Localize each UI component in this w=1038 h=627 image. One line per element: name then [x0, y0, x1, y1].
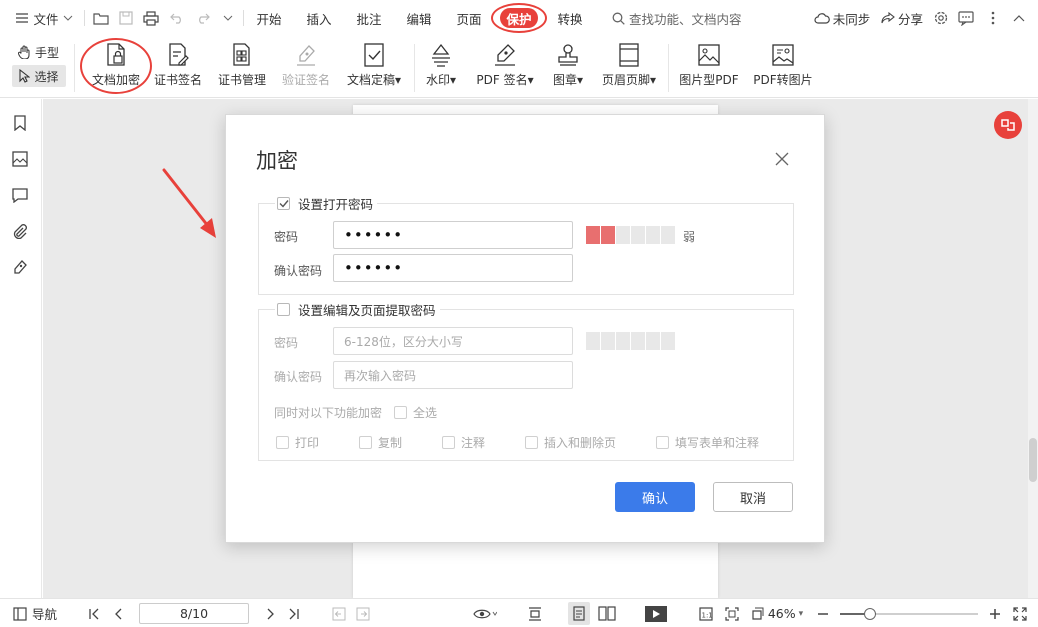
select-all-option[interactable]: 全选 [394, 404, 437, 421]
edit-password-input[interactable]: 6-128位，区分大小写 [333, 327, 573, 355]
encrypt-functions-label: 同时对以下功能加密 [274, 406, 383, 420]
option-insert-delete-pages[interactable]: 插入和删除页 [525, 434, 616, 451]
fit-width-icon[interactable] [525, 599, 545, 627]
annotate-option-label: 注释 [461, 436, 486, 450]
option-annotate[interactable]: 注释 [442, 434, 485, 451]
password-strength-text: 弱 [683, 230, 696, 244]
confirm-password-label: 确认密码 [274, 264, 323, 278]
annotate-checkbox[interactable] [442, 436, 455, 449]
actual-size-icon[interactable]: 1:1 [696, 599, 716, 627]
edit-password-field-label: 密码 [274, 336, 299, 350]
option-copy[interactable]: 复制 [359, 434, 402, 451]
open-password-input[interactable]: •••••• [333, 221, 573, 249]
back-view-icon[interactable] [330, 599, 348, 627]
dialog-title: 加密 [256, 149, 298, 173]
encrypt-dialog: 加密 设置打开密码 密码 •••••• 弱 确认密码 •••••• 设置编辑及页… [225, 114, 825, 543]
arrow-to-dialog [162, 168, 216, 238]
prev-page-icon[interactable] [108, 599, 128, 627]
fill-forms-label: 填写表单和注释 [675, 436, 760, 450]
select-all-checkbox[interactable] [394, 406, 407, 419]
play-slideshow-icon[interactable] [643, 599, 669, 627]
cancel-button[interactable]: 取消 [713, 482, 793, 512]
status-bar: 导航 8/10 1:1 46% ▾ [0, 598, 1038, 627]
single-page-icon[interactable] [568, 602, 590, 625]
edit-password-confirm-input[interactable]: 再次输入密码 [333, 361, 573, 389]
password-strength-meter [586, 226, 675, 244]
zoom-slider-track[interactable] [840, 608, 978, 620]
svg-text:1:1: 1:1 [702, 611, 713, 619]
fullscreen-icon[interactable] [1010, 599, 1030, 627]
option-fill-forms[interactable]: 填写表单和注释 [656, 434, 759, 451]
print-checkbox[interactable] [276, 436, 289, 449]
copy-checkbox[interactable] [359, 436, 372, 449]
zoom-level-text: 46% [767, 606, 796, 621]
edit-password-checkbox[interactable] [277, 303, 290, 316]
fit-page-icon[interactable] [722, 599, 742, 627]
open-password-checkbox[interactable] [277, 197, 290, 210]
fill-forms-checkbox[interactable] [656, 436, 669, 449]
rotate-page-icon [751, 607, 765, 621]
edit-confirm-password-label: 确认密码 [274, 370, 323, 384]
navigation-label: 导航 [31, 607, 57, 622]
edit-password-label: 设置编辑及页面提取密码 [298, 303, 436, 318]
password-label: 密码 [274, 230, 299, 244]
open-password-checkbox-row[interactable]: 设置打开密码 [275, 194, 378, 213]
open-password-confirm-input[interactable]: •••••• [333, 254, 573, 282]
navigation-toggle[interactable]: 导航 [10, 599, 60, 627]
ok-button[interactable]: 确认 [615, 482, 695, 512]
zoom-slider-knob[interactable] [864, 608, 876, 620]
option-print[interactable]: 打印 [276, 434, 319, 451]
select-all-label: 全选 [413, 406, 438, 420]
print-option-label: 打印 [295, 436, 320, 450]
forward-view-icon[interactable] [354, 599, 372, 627]
copy-option-label: 复制 [378, 436, 403, 450]
page-number-input[interactable]: 8/10 [139, 603, 249, 624]
edit-password-section: 设置编辑及页面提取密码 密码 6-128位，区分大小写 确认密码 再次输入密码 … [258, 300, 794, 461]
zoom-in-icon[interactable] [986, 599, 1004, 627]
open-password-section: 设置打开密码 密码 •••••• 弱 确认密码 •••••• [258, 194, 794, 295]
close-icon[interactable] [771, 148, 793, 170]
eye-protection-icon[interactable] [470, 599, 500, 627]
dropdown-caret-icon: ▾ [798, 608, 804, 619]
insert-delete-pages-label: 插入和删除页 [544, 436, 617, 450]
edit-password-checkbox-row[interactable]: 设置编辑及页面提取密码 [275, 300, 440, 319]
navigation-panel-icon [13, 606, 27, 621]
first-page-icon[interactable] [84, 599, 104, 627]
next-page-icon[interactable] [261, 599, 281, 627]
open-password-label: 设置打开密码 [298, 197, 374, 212]
double-page-icon[interactable] [596, 599, 618, 627]
insert-delete-pages-checkbox[interactable] [525, 436, 538, 449]
zoom-out-icon[interactable] [814, 599, 832, 627]
edit-password-strength-meter [586, 332, 675, 350]
zoom-level-dropdown[interactable]: 46% ▾ [747, 599, 807, 627]
last-page-icon[interactable] [284, 599, 304, 627]
